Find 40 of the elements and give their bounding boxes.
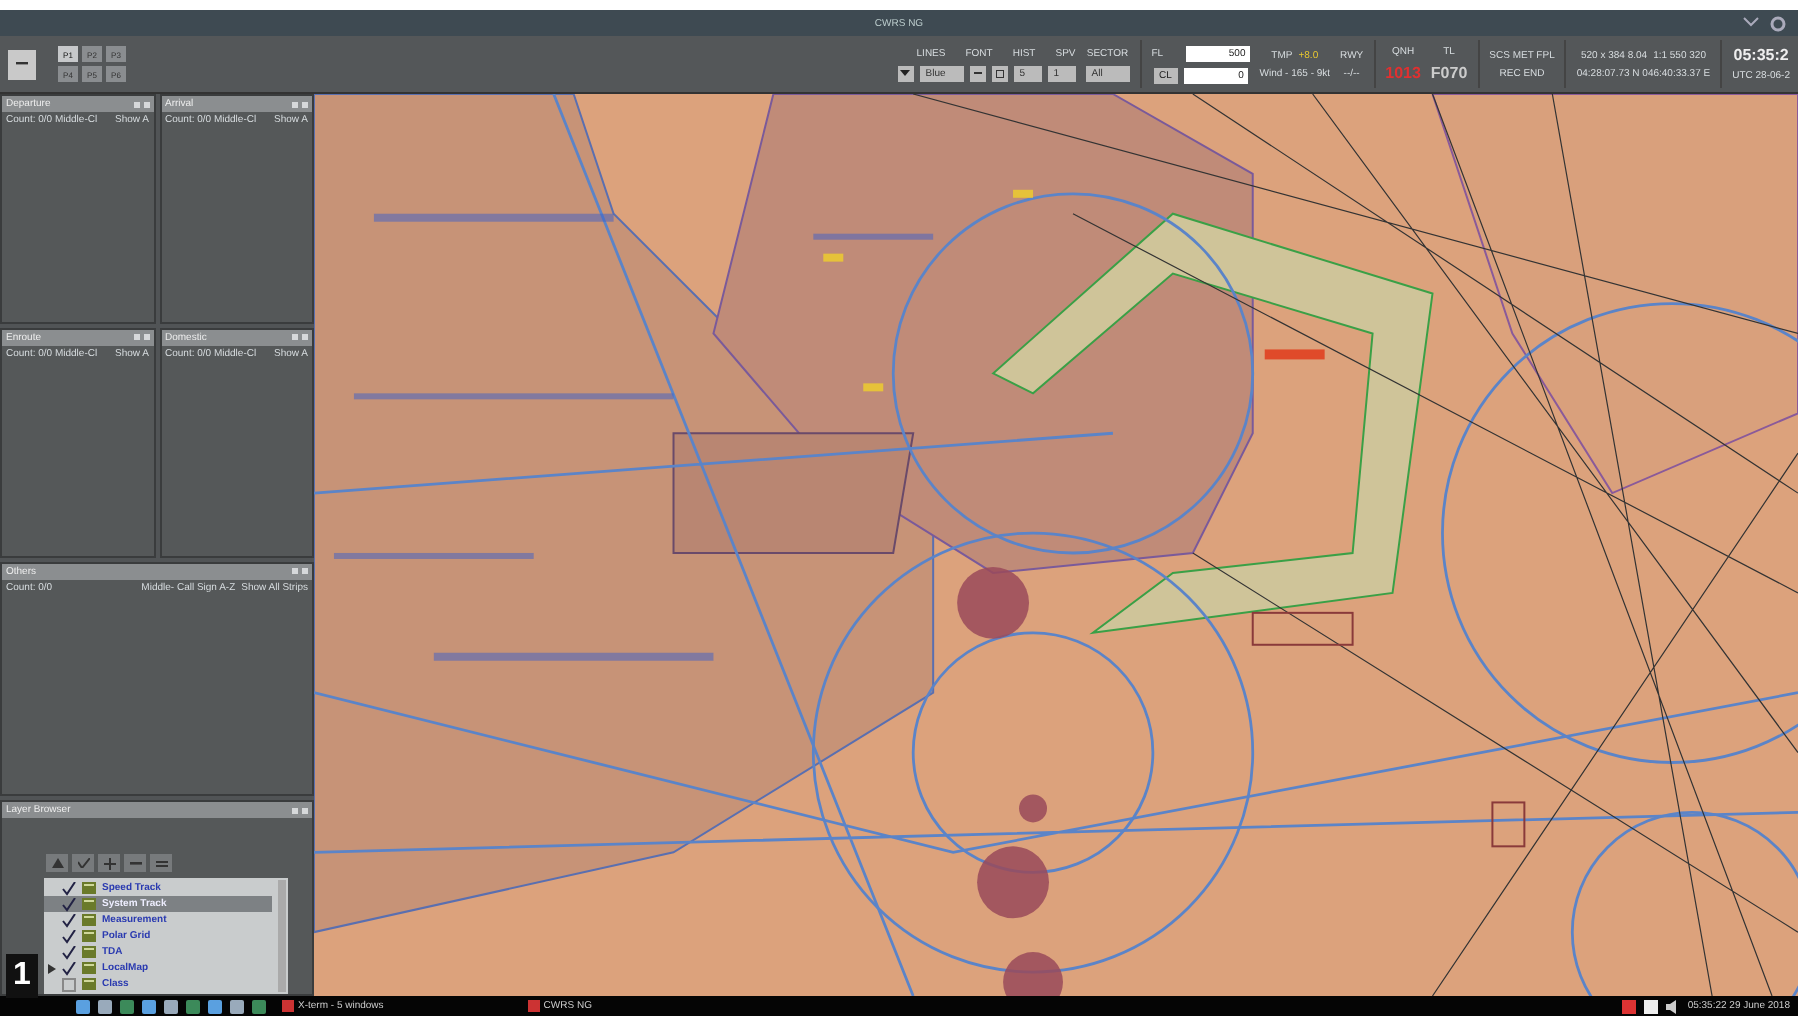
scrollbar[interactable] (278, 880, 286, 992)
checkbox[interactable] (62, 929, 76, 943)
dropdown-button[interactable] (897, 65, 914, 81)
layer-remove-button[interactable] (124, 854, 146, 872)
layer-icon (82, 898, 96, 910)
layer-add-button[interactable] (98, 854, 120, 872)
checkbox[interactable] (62, 881, 76, 895)
checkbox[interactable] (62, 945, 76, 959)
window-icon (282, 1000, 294, 1012)
layer-icon (82, 882, 96, 894)
up-arrow-icon (51, 858, 63, 868)
window-icon (527, 1000, 540, 1012)
tl-value: F070 (1430, 64, 1468, 82)
decrease-button[interactable] (969, 65, 986, 81)
caret-icon (900, 70, 911, 76)
checkbox[interactable] (62, 897, 76, 911)
check-icon (77, 858, 89, 868)
checkbox[interactable] (62, 913, 76, 927)
layer-icon (82, 962, 96, 974)
plus-icon (103, 857, 115, 869)
expand-arrow-icon[interactable] (48, 963, 56, 973)
layer-icon (82, 914, 96, 926)
figure-number: 1 (6, 954, 38, 998)
chevron-icon[interactable] (1742, 16, 1760, 28)
checkbox[interactable] (62, 977, 76, 991)
layer-icon (82, 946, 96, 958)
layer-check-button[interactable] (72, 854, 94, 872)
settings-icon[interactable] (1770, 16, 1786, 32)
checkbox[interactable] (62, 961, 76, 975)
minus-icon (973, 72, 982, 74)
layer-up-button[interactable] (46, 854, 68, 872)
layer-icon (82, 930, 96, 942)
minus-icon (16, 62, 28, 66)
clock-text: 05:35:2 (1733, 46, 1789, 64)
minimize-button[interactable] (8, 49, 36, 79)
qnh-value: 1013 (1385, 64, 1421, 82)
font-size-button[interactable] (991, 65, 1008, 81)
minus-icon (129, 861, 141, 865)
layer-icon (82, 978, 96, 990)
layer-settings-button[interactable] (150, 854, 172, 872)
